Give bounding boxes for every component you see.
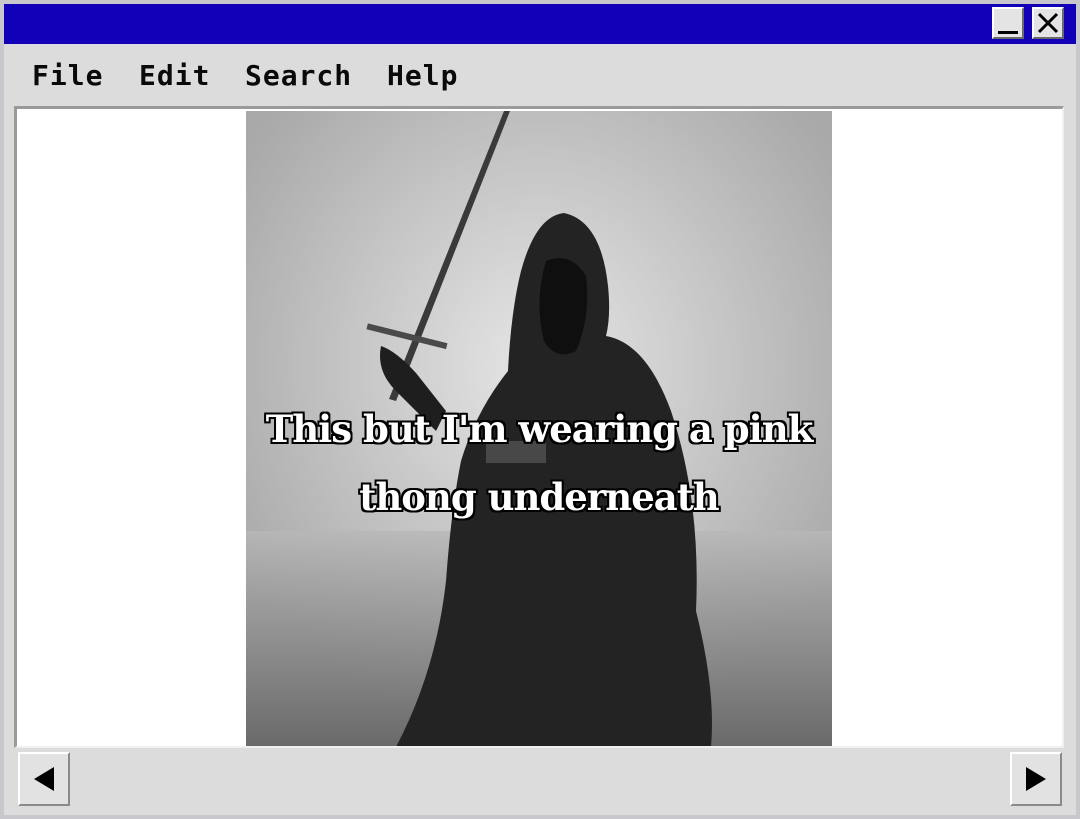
caption-line-2: thong underneath	[359, 475, 719, 519]
arrow-left-icon	[34, 767, 54, 791]
menu-search[interactable]: Search	[245, 60, 352, 92]
meme-caption: This but I'm wearing a pink thong undern…	[246, 395, 832, 531]
scroll-left-button[interactable]	[18, 752, 70, 806]
menu-bar: File Edit Search Help	[4, 44, 1076, 106]
arrow-right-icon	[1026, 767, 1046, 791]
scroll-right-button[interactable]	[1010, 752, 1062, 806]
close-button[interactable]	[1032, 7, 1064, 39]
minimize-icon	[998, 31, 1018, 34]
title-bar[interactable]	[4, 4, 1076, 44]
close-icon	[1037, 12, 1059, 34]
minimize-button[interactable]	[992, 7, 1024, 39]
scroll-track[interactable]	[72, 752, 1008, 806]
horizontal-scrollbar[interactable]	[14, 750, 1064, 808]
content-area: This but I'm wearing a pink thong undern…	[14, 106, 1064, 748]
app-window: File Edit Search Help This but I'm weari…	[0, 0, 1080, 819]
menu-help[interactable]: Help	[387, 60, 458, 92]
menu-edit[interactable]: Edit	[139, 60, 210, 92]
caption-line-1: This but I'm wearing a pink	[265, 407, 814, 451]
menu-file[interactable]: File	[32, 60, 103, 92]
meme-image: This but I'm wearing a pink thong undern…	[246, 111, 832, 746]
